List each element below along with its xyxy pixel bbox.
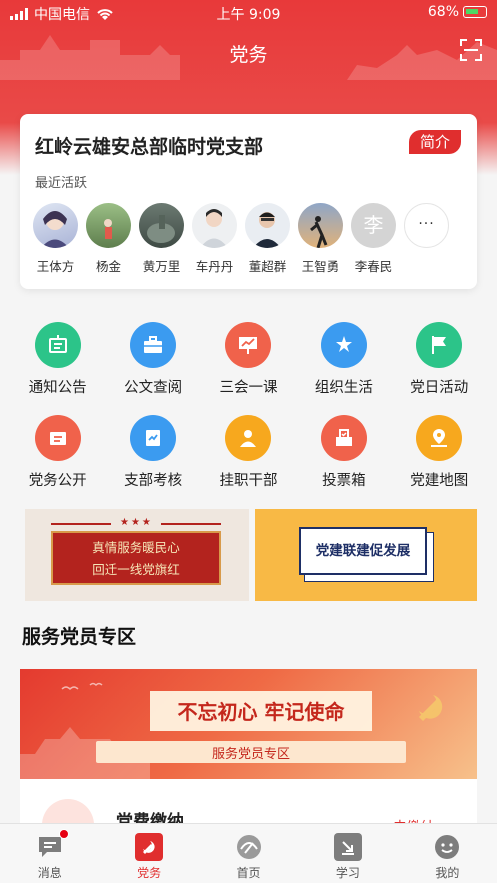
function-org-life[interactable]: 组织生活 bbox=[296, 322, 391, 397]
function-cadre[interactable]: 挂职干部 bbox=[201, 415, 296, 490]
ballot-box-icon bbox=[320, 415, 367, 461]
function-notice[interactable]: 通知公告 bbox=[10, 322, 105, 397]
assessment-icon bbox=[130, 415, 177, 461]
star-decoration: ★★★ bbox=[120, 517, 153, 528]
banner-plaque: 真情服务暖民心 回迁一线党旗红 bbox=[51, 531, 221, 585]
member-item[interactable]: 王智勇 bbox=[297, 203, 344, 275]
tab-messages[interactable]: 消息 bbox=[0, 824, 99, 883]
member-item[interactable]: 王体方 bbox=[32, 203, 79, 275]
function-documents[interactable]: 公文查阅 bbox=[105, 322, 200, 397]
flag-icon bbox=[416, 322, 463, 368]
function-label: 公文查阅 bbox=[124, 380, 183, 396]
more-icon: ··· bbox=[404, 203, 449, 248]
promo-banner-service[interactable]: ★★★ 真情服务暖民心 回迁一线党旗红 bbox=[25, 509, 249, 601]
member-item[interactable]: 李 李春民 bbox=[350, 203, 397, 275]
tab-profile[interactable]: 我的 bbox=[398, 824, 497, 883]
function-ballot[interactable]: 投票箱 bbox=[296, 415, 391, 490]
function-label: 党日活动 bbox=[410, 380, 469, 396]
unread-badge bbox=[59, 829, 69, 839]
function-grid: 通知公告 公文查阅 三会一课 组织生活 党日活动 党务公开 支部考核 挂职干部 … bbox=[10, 322, 487, 490]
function-label: 支部考核 bbox=[124, 473, 183, 489]
member-name: 王智勇 bbox=[301, 259, 340, 274]
tab-label: 党务 bbox=[137, 866, 162, 880]
function-label: 党务公开 bbox=[28, 473, 87, 489]
presentation-icon bbox=[225, 322, 272, 368]
promo-banners: ★★★ 真情服务暖民心 回迁一线党旗红 党建联建促发展 bbox=[25, 509, 477, 601]
avatar bbox=[33, 203, 78, 248]
avatar bbox=[139, 203, 184, 248]
function-party-day[interactable]: 党日活动 bbox=[392, 322, 487, 397]
member-item[interactable]: 董超群 bbox=[244, 203, 291, 275]
star-house-icon bbox=[320, 322, 367, 368]
function-label: 三会一课 bbox=[219, 380, 278, 396]
branch-card: 红岭云雄安总部临时党支部 简介 最近活跃 王体方 杨金 黄万里 车丹丹 董超群 … bbox=[20, 114, 477, 289]
avatar bbox=[86, 203, 131, 248]
tab-bar: 消息 党务 首页 学习 我的 bbox=[0, 823, 497, 883]
function-disclosure[interactable]: 党务公开 bbox=[10, 415, 105, 490]
cadre-icon bbox=[225, 415, 272, 461]
function-label: 通知公告 bbox=[28, 380, 87, 396]
promo-banner-joint-build[interactable]: 党建联建促发展 bbox=[255, 509, 477, 601]
branch-name: 红岭云雄安总部临时党支部 bbox=[35, 136, 264, 158]
battery-percent: 68% bbox=[427, 4, 459, 20]
function-label: 组织生活 bbox=[314, 380, 373, 396]
member-name: 黄万里 bbox=[142, 259, 181, 274]
tab-study[interactable]: 学习 bbox=[298, 824, 397, 883]
profile-icon bbox=[433, 833, 461, 861]
page-title: 党务 bbox=[229, 44, 268, 66]
banner-text: 党建联建促发展 bbox=[299, 527, 427, 575]
tab-label: 学习 bbox=[335, 866, 360, 880]
battery-icon bbox=[463, 6, 487, 18]
home-logo-icon bbox=[235, 833, 263, 861]
avatar bbox=[192, 203, 237, 248]
member-name: 李春民 bbox=[354, 259, 393, 274]
party-icon bbox=[135, 833, 164, 861]
disclosure-icon bbox=[34, 415, 81, 461]
party-emblem-icon bbox=[419, 695, 443, 721]
member-item[interactable]: 车丹丹 bbox=[191, 203, 238, 275]
tab-label: 我的 bbox=[435, 866, 460, 880]
tab-label: 首页 bbox=[236, 866, 261, 880]
notice-board-icon bbox=[34, 322, 81, 368]
map-pin-icon bbox=[416, 415, 463, 461]
member-item[interactable]: 黄万里 bbox=[138, 203, 185, 275]
section-title: 服务党员专区 bbox=[22, 626, 137, 648]
function-label: 投票箱 bbox=[322, 473, 366, 489]
member-name: 车丹丹 bbox=[195, 259, 234, 274]
banner-text-line1: 真情服务暖民心 bbox=[92, 540, 180, 555]
tab-label: 消息 bbox=[37, 866, 62, 880]
avatar bbox=[298, 203, 343, 248]
sub-label: 服务党员专区 bbox=[211, 747, 290, 762]
member-name: 王体方 bbox=[36, 259, 75, 274]
function-three-meetings[interactable]: 三会一课 bbox=[201, 322, 296, 397]
tab-home[interactable]: 首页 bbox=[199, 824, 298, 883]
member-name: 董超群 bbox=[248, 259, 287, 274]
slogan-text: 不忘初心 牢记使命 bbox=[177, 700, 345, 724]
recent-active-label: 最近活跃 bbox=[35, 176, 88, 191]
more-members[interactable]: ··· bbox=[403, 203, 450, 275]
avatar bbox=[245, 203, 290, 248]
tab-party-affairs[interactable]: 党务 bbox=[99, 824, 198, 883]
function-label: 党建地图 bbox=[410, 473, 469, 489]
clock: 上午 9:09 bbox=[216, 7, 281, 23]
status-bar: 中国电信 上午 9:09 68% bbox=[0, 4, 497, 24]
briefcase-icon bbox=[130, 322, 177, 368]
member-avatar-list: 王体方 杨金 黄万里 车丹丹 董超群 王智勇 李 李春民 ··· bbox=[32, 203, 450, 275]
member-name: 杨金 bbox=[95, 259, 121, 274]
member-item[interactable]: 杨金 bbox=[85, 203, 132, 275]
scan-icon[interactable] bbox=[459, 38, 483, 62]
intro-button[interactable]: 简介 bbox=[409, 130, 461, 154]
fee-payment-row[interactable]: 党费缴纳 去缴纳 > bbox=[20, 779, 477, 829]
function-label: 挂职干部 bbox=[219, 473, 278, 489]
birds-decoration bbox=[61, 682, 103, 691]
banner-text-line2: 回迁一线党旗红 bbox=[92, 562, 180, 577]
function-assessment[interactable]: 支部考核 bbox=[105, 415, 200, 490]
service-zone-banner[interactable]: 不忘初心 牢记使命 服务党员专区 bbox=[20, 669, 477, 779]
study-icon bbox=[333, 833, 362, 861]
avatar: 李 bbox=[351, 203, 396, 248]
function-party-map[interactable]: 党建地图 bbox=[392, 415, 487, 490]
